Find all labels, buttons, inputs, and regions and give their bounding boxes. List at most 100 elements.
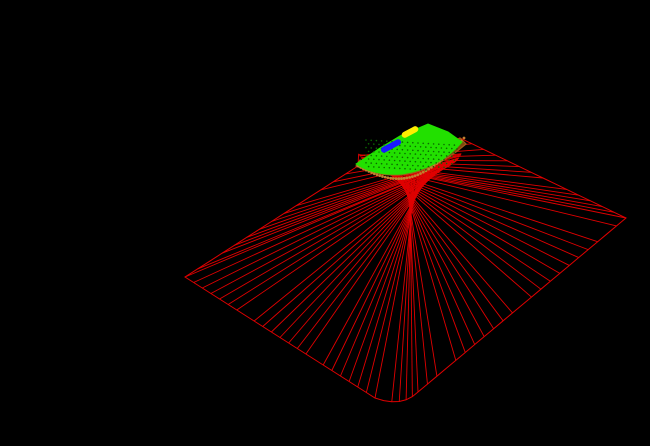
green-grid-dot [453, 151, 456, 154]
band-dot [429, 165, 433, 169]
green-grid-dot [427, 150, 430, 152]
green-grid-dot [373, 150, 375, 153]
render-viewport[interactable] [0, 0, 650, 446]
green-grid-dot [453, 159, 456, 162]
green-grid-dot [370, 162, 373, 164]
green-grid-dot [391, 163, 393, 166]
band-dot [378, 174, 382, 178]
green-grid-dot [365, 154, 367, 156]
green-grid-dot [432, 150, 435, 153]
band-dot [413, 174, 417, 178]
green-grid-dot [409, 153, 412, 155]
mesh-radial-line [296, 170, 435, 349]
green-grid-dot [404, 145, 406, 147]
mesh-radial-line [221, 161, 455, 254]
band-dot [402, 176, 406, 180]
green-grid-dot [404, 167, 406, 170]
green-grid-dot [375, 155, 378, 157]
green-grid-dot [445, 147, 448, 150]
green-grid-dot [440, 162, 443, 164]
green-grid-dot [430, 146, 432, 149]
green-grid-dot [373, 158, 375, 161]
green-grid-dot [396, 148, 399, 151]
green-grid-dot [438, 166, 440, 168]
green-grid-dot [399, 167, 401, 170]
green-grid-dot [373, 166, 375, 168]
green-grid-dot [378, 158, 380, 161]
green-grid-dot [401, 156, 404, 159]
green-grid-dot [365, 162, 367, 164]
green-grid-dot [414, 168, 417, 171]
green-grid-dot [425, 146, 427, 148]
green-grid-dot [451, 147, 453, 150]
band-dot [381, 175, 384, 178]
green-grid-dot [417, 157, 419, 159]
green-grid-dot [378, 166, 380, 168]
green-grid-dot [412, 149, 414, 152]
green-grid-dot [419, 161, 422, 163]
green-grid-dot [430, 161, 432, 164]
green-grid-dot [425, 169, 427, 171]
band-dot [421, 170, 425, 174]
mesh-radial-line [279, 170, 438, 338]
band-dot [386, 176, 390, 180]
green-grid-dot [404, 152, 406, 155]
green-grid-dot [412, 164, 414, 167]
green-grid-dot [448, 159, 451, 161]
band-dot [389, 176, 393, 180]
green-grid-dot [432, 143, 435, 145]
green-grid-dot [401, 148, 404, 151]
green-grid-dot [422, 142, 425, 145]
green-grid-dot [391, 155, 393, 158]
green-grid-dot [393, 159, 396, 162]
green-grid-dot [451, 163, 453, 165]
green-grid-dot [440, 147, 443, 149]
band-dot [400, 177, 403, 180]
green-grid-dot [399, 160, 401, 162]
band-dot [427, 167, 431, 171]
green-grid-dot [432, 158, 435, 160]
green-grid-dot [443, 151, 445, 153]
green-grid-dot [406, 149, 409, 151]
green-grid-dot [440, 154, 443, 157]
green-grid-dot [430, 154, 432, 156]
green-grid-dot [396, 163, 399, 166]
green-grid-dot [380, 155, 383, 157]
band-dot [410, 175, 414, 179]
green-grid-dot [409, 168, 412, 170]
green-grid-dot [386, 140, 388, 142]
green-grid-dot [388, 159, 391, 161]
green-grid-dot [406, 141, 409, 144]
green-grid-dot [422, 165, 425, 167]
green-grid-dot [419, 168, 422, 171]
band-dot [397, 177, 401, 181]
green-grid-dot [453, 144, 456, 146]
green-grid-dot [388, 151, 391, 154]
green-grid-dot [378, 151, 380, 153]
green-grid-dot [399, 144, 401, 147]
green-grid-dot [414, 160, 417, 163]
green-grid-dot [370, 139, 373, 142]
green-grid-dot [443, 143, 445, 146]
green-grid-dot [380, 162, 383, 165]
green-grid-dot [417, 165, 419, 167]
green-grid-dot [438, 143, 440, 145]
green-grid-dot [409, 160, 412, 163]
green-grid-dot [386, 155, 388, 158]
green-grid-dot [445, 162, 448, 165]
green-grid-dot [448, 151, 451, 154]
green-grid-dot [375, 162, 378, 165]
green-grid-dot [435, 146, 438, 149]
green-grid-dot [393, 152, 396, 154]
green-grid-dot [443, 166, 445, 169]
green-grid-dot [412, 141, 414, 144]
green-grid-dot [388, 167, 391, 169]
green-grid-dot [409, 145, 412, 147]
green-grid-dot [438, 158, 440, 161]
green-grid-dot [396, 156, 399, 158]
band-dot [416, 173, 420, 177]
green-grid-dot [375, 147, 378, 149]
green-grid-dot [367, 165, 370, 168]
mesh-radial-line [246, 160, 457, 238]
green-grid-dot [456, 148, 458, 150]
